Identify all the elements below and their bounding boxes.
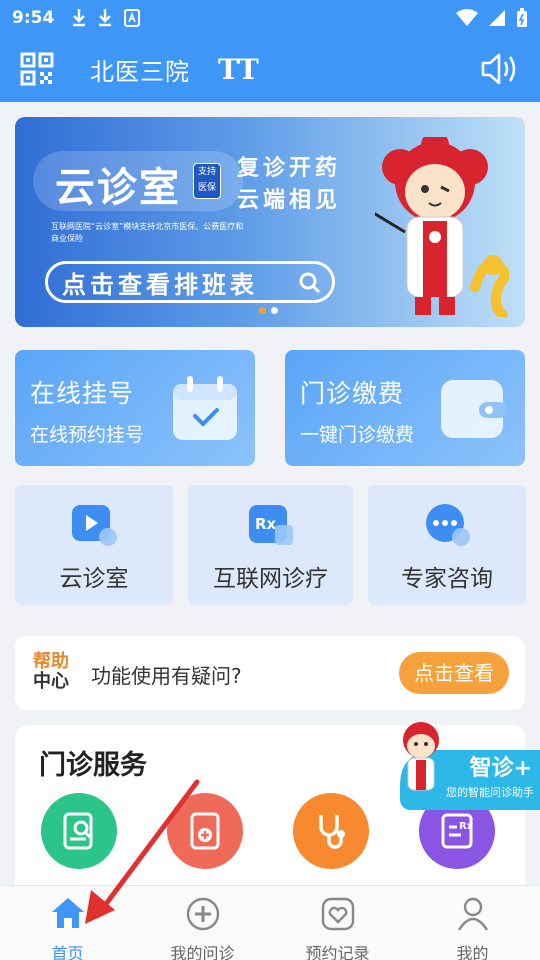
assistant-name: 智诊+ [469, 756, 532, 781]
help-center-card: 帮助 中心 功能使用有疑问? 点击查看 [15, 636, 525, 710]
chat-bubble-icon [426, 504, 470, 546]
help-logo-line-2: 中心 [33, 671, 69, 692]
download-icon [73, 9, 86, 27]
nav-label-appointments: 预约记录 [305, 944, 370, 960]
download-icon [99, 9, 112, 27]
signal-icon [489, 10, 505, 26]
wifi-icon [456, 9, 478, 26]
outpatient-services-title: 门诊服务 [39, 750, 147, 781]
outpatient-payment-title: 门诊缴费 [300, 379, 405, 408]
cloud-clinic-label: 云诊室 [59, 566, 129, 592]
carousel-dot-active [259, 307, 266, 314]
red-annotation-arrow [85, 779, 200, 924]
nav-label-profile: 我的 [456, 944, 489, 960]
banner-slogan: 复诊开药 云端相见 [237, 153, 341, 217]
wallet-icon [441, 380, 507, 438]
user-icon [457, 897, 488, 931]
view-schedule-button[interactable]: 点击查看排班表 [45, 261, 335, 303]
nav-label-home: 首页 [51, 944, 84, 960]
help-center-logo: 帮助 中心 [33, 652, 69, 692]
badge-line-2: 医保 [197, 183, 216, 193]
badge-line-1: 支持 [197, 167, 216, 177]
rx-text: Rx [255, 515, 277, 533]
help-question-text: 功能使用有疑问? [91, 664, 242, 688]
online-register-card[interactable]: 在线挂号 在线预约挂号 [15, 350, 255, 466]
search-icon [299, 272, 321, 294]
banner-title: 云诊室 [55, 165, 181, 211]
status-bar: 9:54 [0, 0, 540, 36]
nav-item-appointments[interactable]: 预约记录 [270, 886, 405, 960]
outpatient-payment-card[interactable]: 门诊缴费 一键门诊缴费 [285, 350, 525, 466]
expert-consult-tile[interactable]: 专家咨询 [368, 485, 526, 605]
internet-clinic-label: 互联网诊疗 [213, 566, 328, 592]
online-register-title: 在线挂号 [30, 379, 135, 408]
internet-clinic-tile[interactable]: Rx 互联网诊疗 [188, 485, 353, 605]
app-header: 北医三院 TT [0, 36, 540, 102]
font-notification-icon [124, 9, 141, 27]
service-item-3[interactable] [293, 793, 369, 869]
assistant-mascot-icon [403, 722, 439, 791]
nav-label-consultations: 我的问诊 [170, 944, 235, 960]
video-play-icon [72, 505, 117, 546]
banner-description: 互联网医院“云诊室”模块支持北京市医保、公费医疗和商业保险 [51, 222, 244, 243]
assistant-subtitle: 您的智能问诊助手 [446, 786, 534, 799]
status-time: 9:54 [12, 8, 55, 28]
expert-consult-label: 专家咨询 [401, 566, 493, 592]
cloud-clinic-tile[interactable]: 云诊室 [15, 485, 173, 605]
notification-icons [72, 9, 141, 27]
qr-code-icon[interactable] [20, 52, 54, 86]
online-register-subtitle: 在线预约挂号 [30, 424, 145, 446]
view-schedule-label: 点击查看排班表 [62, 270, 258, 299]
stethoscope-icon [319, 815, 345, 849]
hospital-name: 北医三院 [90, 57, 190, 86]
help-view-button[interactable]: 点击查看 [399, 652, 509, 694]
speaker-icon[interactable] [480, 51, 520, 87]
mascot-illustration [375, 137, 510, 317]
promo-banner[interactable]: 云诊室 支持 医保 复诊开药 云端相见 互联网医院“云诊室”模块支持北京市医保、… [15, 117, 525, 327]
prescription-icon: Rx [248, 505, 293, 545]
nav-item-profile[interactable]: 我的 [405, 886, 540, 960]
calendar-check-icon [173, 376, 237, 440]
battery-icon [517, 8, 527, 27]
slogan-line-1: 复诊开药 [237, 156, 342, 181]
insurance-badge: 支持 医保 [193, 163, 221, 199]
font-size-button[interactable]: TT [218, 53, 259, 86]
outpatient-payment-subtitle: 一键门诊缴费 [300, 424, 415, 446]
heart-icon [321, 897, 354, 931]
system-icons [456, 8, 528, 28]
smart-assistant-float[interactable]: 智诊+ 您的智能问诊助手 [398, 720, 540, 810]
carousel-dots [259, 307, 278, 314]
carousel-dot [271, 307, 278, 314]
help-logo-line-1: 帮助 [33, 651, 69, 672]
slogan-line-2: 云端相见 [237, 188, 342, 213]
